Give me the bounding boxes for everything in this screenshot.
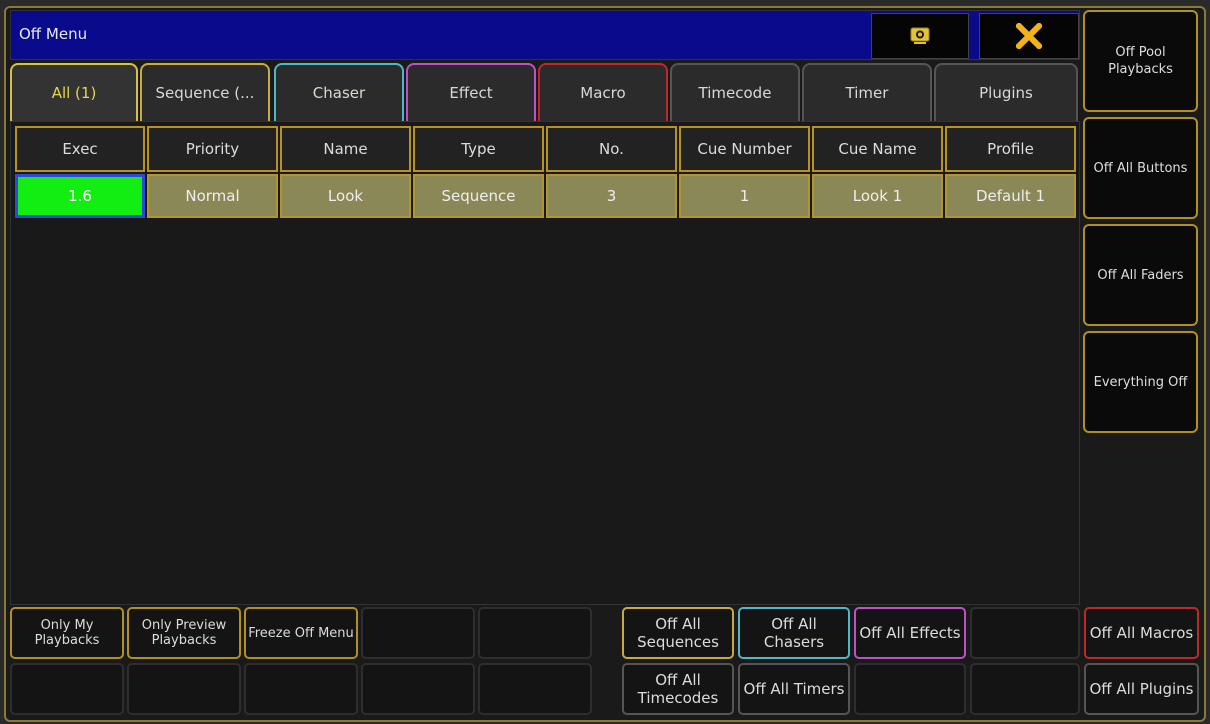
cell-priority[interactable]: Normal [147,174,278,218]
only-my-playbacks-button[interactable]: Only My Playbacks [10,607,124,659]
off-all-chasers-button[interactable]: Off All Chasers [738,607,850,659]
cell-profile[interactable]: Default 1 [945,174,1076,218]
col-header-profile[interactable]: Profile [945,126,1076,172]
freeze-off-menu-button[interactable]: Freeze Off Menu [244,607,358,659]
bottom-button-grid: Only My Playbacks Only Preview Playbacks… [10,607,1200,717]
col-header-cue-name[interactable]: Cue Name [812,126,943,172]
tab-timecode[interactable]: Timecode [670,63,800,121]
off-all-faders-button[interactable]: Off All Faders [1083,224,1198,326]
empty-button[interactable] [361,607,475,659]
off-pool-playbacks-button[interactable]: Off Pool Playbacks [1083,10,1198,112]
empty-button[interactable] [478,607,592,659]
col-header-exec[interactable]: Exec [15,126,145,172]
cell-type[interactable]: Sequence [413,174,544,218]
off-all-effects-button[interactable]: Off All Effects [854,607,966,659]
off-all-timecodes-button[interactable]: Off All Timecodes [622,663,734,715]
window-title: Off Menu [19,25,88,43]
empty-button[interactable] [970,663,1080,715]
table-row[interactable]: 1.6 Normal Look Sequence 3 1 Look 1 Defa… [15,174,1078,218]
tab-effect[interactable]: Effect [406,63,536,121]
empty-button[interactable] [10,663,124,715]
cell-cue-name[interactable]: Look 1 [812,174,943,218]
only-preview-playbacks-button[interactable]: Only Preview Playbacks [127,607,241,659]
col-header-no[interactable]: No. [546,126,677,172]
tab-plugins[interactable]: Plugins [934,63,1078,121]
empty-button[interactable] [244,663,358,715]
empty-button[interactable] [854,663,966,715]
screenshot-icon [910,27,930,44]
col-header-name[interactable]: Name [280,126,411,172]
everything-off-button[interactable]: Everything Off [1083,331,1198,433]
tab-all[interactable]: All (1) [10,63,138,121]
col-header-priority[interactable]: Priority [147,126,278,172]
tab-macro[interactable]: Macro [538,63,668,121]
tab-timer[interactable]: Timer [802,63,932,121]
tab-chaser[interactable]: Chaser [274,63,404,121]
col-header-type[interactable]: Type [413,126,544,172]
col-header-cue-number[interactable]: Cue Number [679,126,810,172]
close-x-icon [1016,23,1042,49]
title-bar: Off Menu [10,10,1080,60]
empty-button[interactable] [478,663,592,715]
screenshot-button[interactable] [871,13,969,59]
cell-name[interactable]: Look [280,174,411,218]
tab-sequence[interactable]: Sequence (... [140,63,270,121]
table-header-row: Exec Priority Name Type No. Cue Number C… [15,126,1078,172]
cell-no[interactable]: 3 [546,174,677,218]
off-all-sequences-button[interactable]: Off All Sequences [622,607,734,659]
off-all-buttons-button[interactable]: Off All Buttons [1083,117,1198,219]
empty-button[interactable] [970,607,1080,659]
empty-button[interactable] [361,663,475,715]
cell-exec[interactable]: 1.6 [15,174,145,218]
cell-cue-number[interactable]: 1 [679,174,810,218]
empty-button[interactable] [127,663,241,715]
off-all-timers-button[interactable]: Off All Timers [738,663,850,715]
off-all-plugins-button[interactable]: Off All Plugins [1084,663,1199,715]
close-button[interactable] [979,13,1079,59]
playbacks-table: Exec Priority Name Type No. Cue Number C… [10,121,1080,605]
filter-tabs: All (1) Sequence (... Chaser Effect Macr… [10,63,1080,121]
off-all-macros-button[interactable]: Off All Macros [1084,607,1199,659]
